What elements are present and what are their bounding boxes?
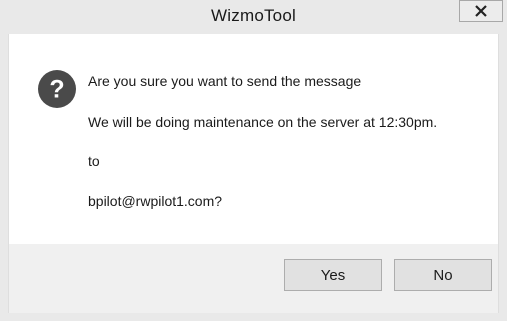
window-bottom-border xyxy=(0,313,507,321)
question-icon: ? xyxy=(38,70,76,108)
no-button[interactable]: No xyxy=(394,259,492,291)
message-area: ? Are you sure you want to send the mess… xyxy=(9,34,498,244)
close-x-icon xyxy=(475,5,487,17)
title-bar[interactable]: WizmoTool xyxy=(0,0,507,34)
message-line-4: bpilot@rwpilot1.com? xyxy=(88,193,223,209)
message-line-3: to xyxy=(88,153,100,169)
dialog-window: WizmoTool ? Are you sure you want to sen… xyxy=(0,0,507,321)
close-button[interactable] xyxy=(459,0,503,22)
yes-button[interactable]: Yes xyxy=(284,259,382,291)
svg-text:?: ? xyxy=(49,76,64,104)
message-line-2: We will be doing maintenance on the serv… xyxy=(88,114,438,130)
dialog-client-area: ? Are you sure you want to send the mess… xyxy=(8,34,499,313)
button-bar: Yes No xyxy=(9,244,498,313)
window-title: WizmoTool xyxy=(211,6,296,25)
message-line-1: Are you sure you want to send the messag… xyxy=(88,73,362,89)
